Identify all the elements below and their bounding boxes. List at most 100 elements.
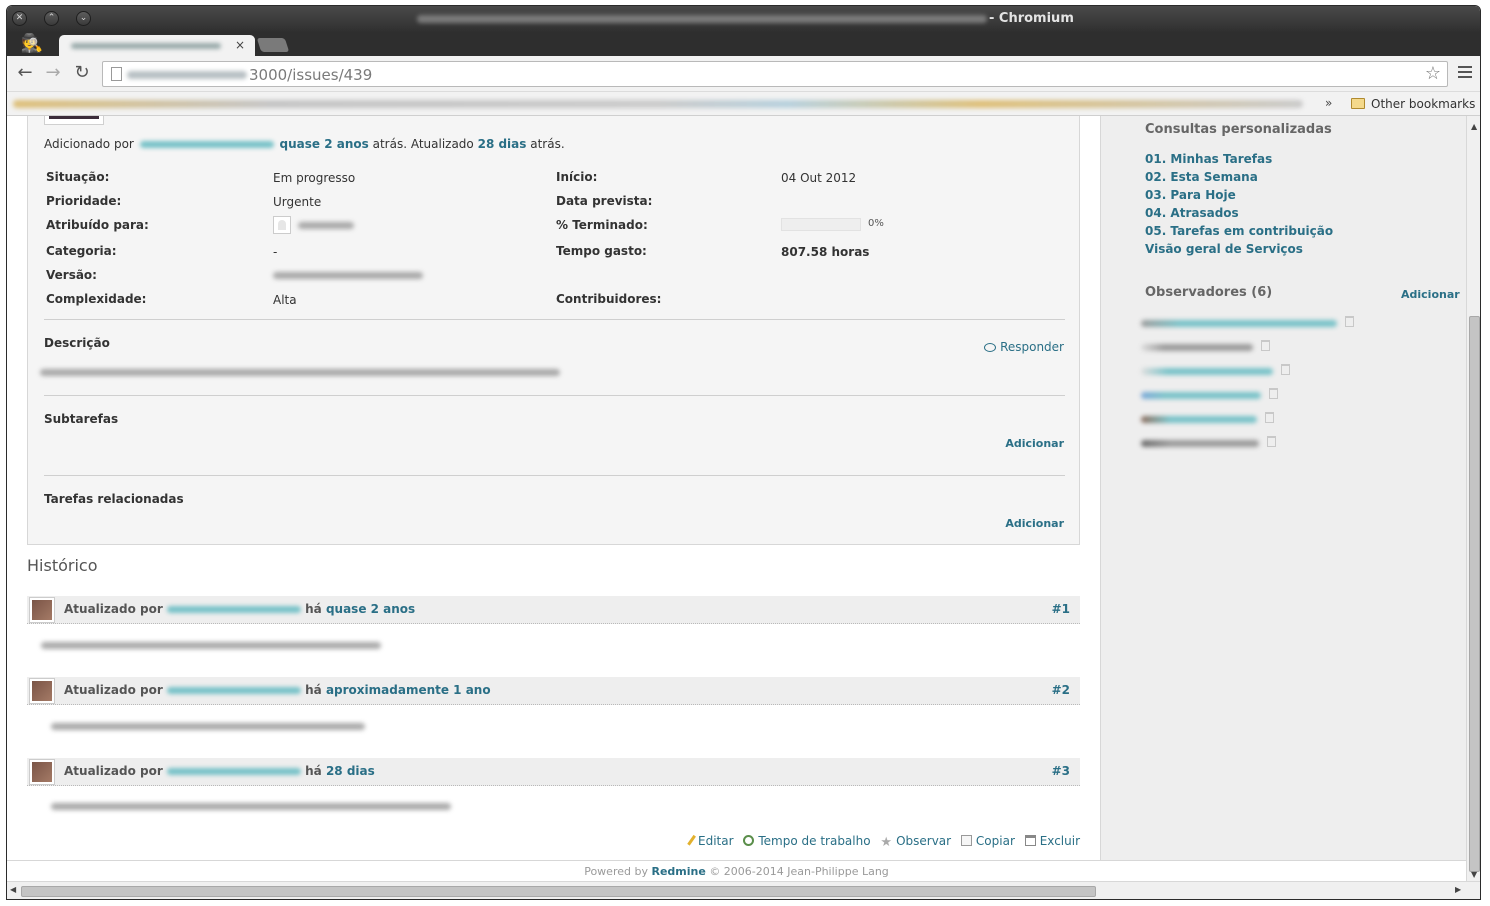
journal-header: Atualizado por há 28 dias #3 (27, 758, 1080, 786)
journal-number-link[interactable]: #2 (1052, 683, 1070, 697)
window-title-redacted (417, 15, 987, 23)
updated-ago-link[interactable]: 28 dias (478, 137, 527, 151)
journal-prefix: Atualizado por (64, 602, 163, 616)
journal-number-link[interactable]: #1 (1052, 602, 1070, 616)
query-link[interactable]: 03. Para Hoje (1145, 188, 1236, 202)
relations-title: Tarefas relacionadas (44, 492, 184, 506)
description-title: Descrição (44, 336, 110, 350)
trash-icon[interactable] (1269, 388, 1278, 399)
redmine-link[interactable]: Redmine (651, 865, 705, 878)
spent-value-link[interactable]: 807.58 horas (781, 245, 869, 259)
delete-label: Excluir (1039, 834, 1080, 848)
journal-when-link[interactable]: quase 2 anos (326, 602, 415, 616)
journal-author-redacted[interactable] (166, 768, 301, 775)
url-host-redacted (127, 71, 247, 79)
tab-close-icon[interactable]: × (235, 38, 245, 52)
journal-author-redacted[interactable] (166, 606, 301, 613)
complexity-label: Complexidade: (46, 292, 147, 306)
copy-action[interactable]: Copiar (960, 834, 1015, 848)
forward-icon[interactable]: → (41, 62, 65, 86)
title-bar: ✕ ⌃ ⌄ - Chromium (7, 6, 1480, 32)
author-link-redacted[interactable] (139, 141, 274, 148)
divider (44, 475, 1065, 476)
horizontal-scroll-thumb[interactable] (21, 886, 1096, 897)
query-link[interactable]: 02. Esta Semana (1145, 170, 1258, 184)
status-label: Situação: (46, 170, 110, 184)
watcher-redacted[interactable] (1141, 440, 1259, 447)
journal-prefix: Atualizado por (64, 683, 163, 697)
author-avatar (44, 116, 104, 125)
trash-icon[interactable] (1345, 316, 1354, 327)
page-viewport: Adicionado por quase 2 anos atrás. Atual… (7, 116, 1466, 881)
query-link[interactable]: 04. Atrasados (1145, 206, 1239, 220)
scroll-up-icon[interactable]: ▲ (1471, 122, 1477, 131)
watcher-redacted[interactable] (1141, 368, 1273, 375)
divider (44, 319, 1065, 320)
queries-title: Consultas personalizadas (1145, 122, 1332, 137)
edit-action[interactable]: Editar (687, 834, 734, 848)
reply-link[interactable]: Responder (984, 340, 1064, 354)
footer-powered: Powered by (584, 865, 648, 878)
watchers-add-link[interactable]: Adicionar (1401, 288, 1460, 301)
browser-window: ✕ ⌃ ⌄ - Chromium 🕵 × ← → ↻ 3000/issues/4… (6, 5, 1481, 900)
avatar (29, 759, 55, 785)
status-value: Em progresso (273, 171, 356, 185)
version-redacted[interactable] (273, 272, 423, 279)
watch-action[interactable]: ★ Observar (880, 834, 951, 850)
minimize-window-icon[interactable]: ⌃ (44, 11, 59, 26)
start-label: Início: (556, 170, 598, 184)
scroll-left-icon[interactable]: ◀ (10, 885, 16, 894)
query-link[interactable]: Visão geral de Serviços (1145, 242, 1303, 256)
scroll-right-icon[interactable]: ▶ (1455, 885, 1461, 894)
bookmark-star-icon[interactable]: ☆ (1425, 63, 1441, 84)
url-text: 3000/issues/439 (249, 66, 373, 84)
journal-note-redacted (51, 723, 365, 730)
version-label: Versão: (46, 268, 97, 282)
relations-add-link[interactable]: Adicionar (1005, 517, 1064, 530)
journal-ha: há (305, 683, 322, 697)
horizontal-scrollbar[interactable]: ◀ ▶ (7, 881, 1480, 899)
assigned-label: Atribuído para: (46, 218, 149, 232)
watchers-title: Observadores (6) (1145, 285, 1273, 300)
close-window-icon[interactable]: ✕ (12, 11, 27, 26)
avatar (29, 678, 55, 704)
journal-header: Atualizado por há quase 2 anos #1 (27, 596, 1080, 624)
added-prefix: Adicionado por (44, 137, 134, 151)
journal-author-redacted[interactable] (166, 687, 301, 694)
assignee-avatar (273, 216, 291, 234)
subtasks-title: Subtarefas (44, 412, 119, 426)
journal-when-link[interactable]: 28 dias (326, 764, 375, 778)
added-ago-link[interactable]: quase 2 anos (280, 137, 369, 151)
journal-when-link[interactable]: aproximadamente 1 ano (326, 683, 491, 697)
other-bookmarks[interactable]: Other bookmarks (1371, 97, 1475, 111)
reload-icon[interactable]: ↻ (70, 62, 94, 86)
tab-active[interactable]: × (59, 35, 255, 57)
new-tab-button[interactable] (256, 38, 290, 52)
subtasks-add-link[interactable]: Adicionar (1005, 437, 1064, 450)
query-link[interactable]: 01. Minhas Tarefas (1145, 152, 1272, 166)
trash-icon[interactable] (1281, 364, 1290, 375)
vertical-scroll-thumb[interactable] (1469, 316, 1480, 872)
menu-icon[interactable] (1458, 66, 1472, 81)
trash-icon[interactable] (1267, 436, 1276, 447)
bookmarks-overflow-icon[interactable]: » (1325, 96, 1332, 110)
scroll-down-icon[interactable]: ▼ (1471, 870, 1477, 879)
footer-copyright: © 2006-2014 Jean-Philippe Lang (709, 865, 889, 878)
query-link[interactable]: 05. Tarefas em contribuição (1145, 224, 1333, 238)
assignee-redacted[interactable] (298, 222, 354, 229)
folder-icon (1351, 98, 1365, 109)
back-icon[interactable]: ← (13, 62, 37, 86)
trash-icon[interactable] (1261, 340, 1270, 351)
log-time-action[interactable]: Tempo de trabalho (743, 834, 871, 848)
watcher-redacted[interactable] (1141, 392, 1261, 399)
vertical-scrollbar[interactable]: ▲ ▼ (1466, 116, 1480, 881)
watcher-redacted[interactable] (1141, 344, 1253, 351)
address-bar[interactable]: 3000/issues/439 ☆ (102, 61, 1448, 87)
journal-number-link[interactable]: #3 (1052, 764, 1070, 778)
maximize-window-icon[interactable]: ⌄ (76, 11, 91, 26)
watcher-redacted[interactable] (1141, 320, 1337, 327)
delete-action[interactable]: Excluir (1024, 834, 1080, 848)
comment-icon (984, 343, 997, 352)
trash-icon[interactable] (1265, 412, 1274, 423)
watcher-redacted[interactable] (1141, 416, 1257, 423)
